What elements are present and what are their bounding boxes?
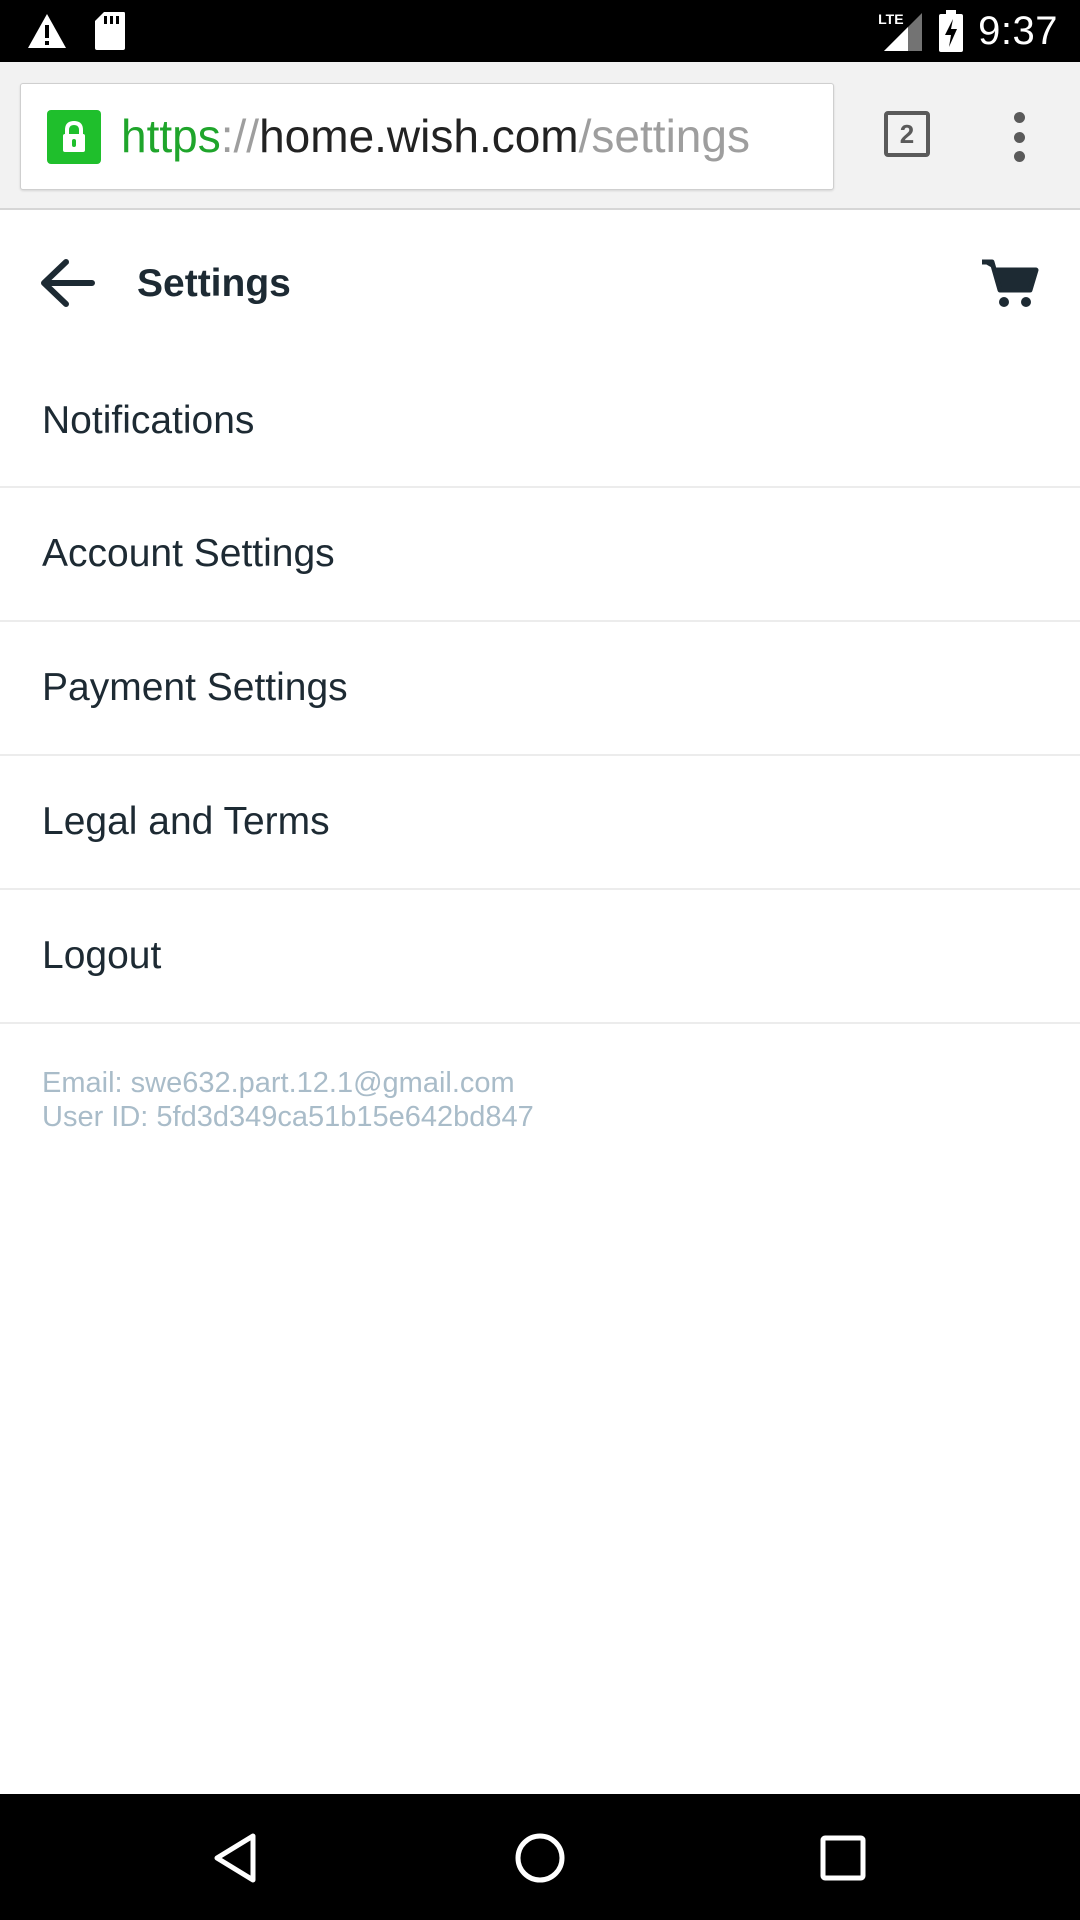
battery-charging-icon — [939, 10, 964, 52]
status-bar: LTE 9:37 — [0, 0, 1080, 62]
lock-icon[interactable] — [47, 110, 101, 164]
home-circle-icon[interactable] — [512, 1830, 568, 1886]
account-user-id: User ID: 5fd3d349ca51b15e642bd847 — [42, 1101, 534, 1133]
tab-count-label: 2 — [899, 118, 915, 149]
settings-item-label: Payment Settings — [42, 666, 348, 709]
settings-list: Notifications Account Settings Payment S… — [0, 356, 1080, 1024]
clock: 9:37 — [978, 8, 1058, 53]
back-triangle-icon[interactable] — [209, 1830, 265, 1886]
sd-card-icon — [95, 12, 125, 50]
settings-item-payment[interactable]: Payment Settings — [0, 622, 1080, 756]
url-text[interactable]: https://home.wish.com/settings — [121, 106, 750, 166]
settings-item-logout[interactable]: Logout — [0, 890, 1080, 1024]
page-header: Settings — [0, 212, 1080, 354]
settings-item-legal[interactable]: Legal and Terms — [0, 756, 1080, 890]
browser-toolbar: https://home.wish.com/settings 2 — [0, 62, 1080, 210]
url-scheme: https — [121, 110, 221, 162]
signal-icon: LTE — [876, 9, 924, 53]
overflow-menu-icon[interactable] — [1004, 112, 1034, 162]
url-bar[interactable]: https://home.wish.com/settings — [20, 83, 834, 190]
status-system: LTE 9:37 — [876, 0, 1058, 62]
account-email: Email: swe632.part.12.1@gmail.com — [42, 1067, 515, 1099]
url-host: home.wish.com — [259, 110, 579, 162]
back-arrow-icon[interactable] — [40, 258, 96, 308]
page-title: Settings — [137, 262, 291, 305]
settings-item-label: Notifications — [42, 399, 255, 442]
settings-item-account[interactable]: Account Settings — [0, 488, 1080, 622]
url-path: /settings — [578, 110, 750, 162]
url-separator: :// — [220, 110, 260, 162]
account-info: Email: swe632.part.12.1@gmail.com User I… — [42, 1066, 534, 1134]
settings-item-label: Logout — [42, 934, 162, 977]
cart-icon[interactable] — [980, 256, 1040, 310]
recents-square-icon[interactable] — [815, 1830, 871, 1886]
tabs-icon[interactable]: 2 — [884, 111, 930, 157]
settings-item-label: Account Settings — [42, 532, 335, 575]
settings-item-label: Legal and Terms — [42, 800, 330, 843]
status-notifications — [26, 10, 126, 52]
warning-icon — [28, 14, 66, 48]
settings-item-notifications[interactable]: Notifications — [0, 356, 1080, 488]
system-nav-bar — [0, 1794, 1080, 1920]
